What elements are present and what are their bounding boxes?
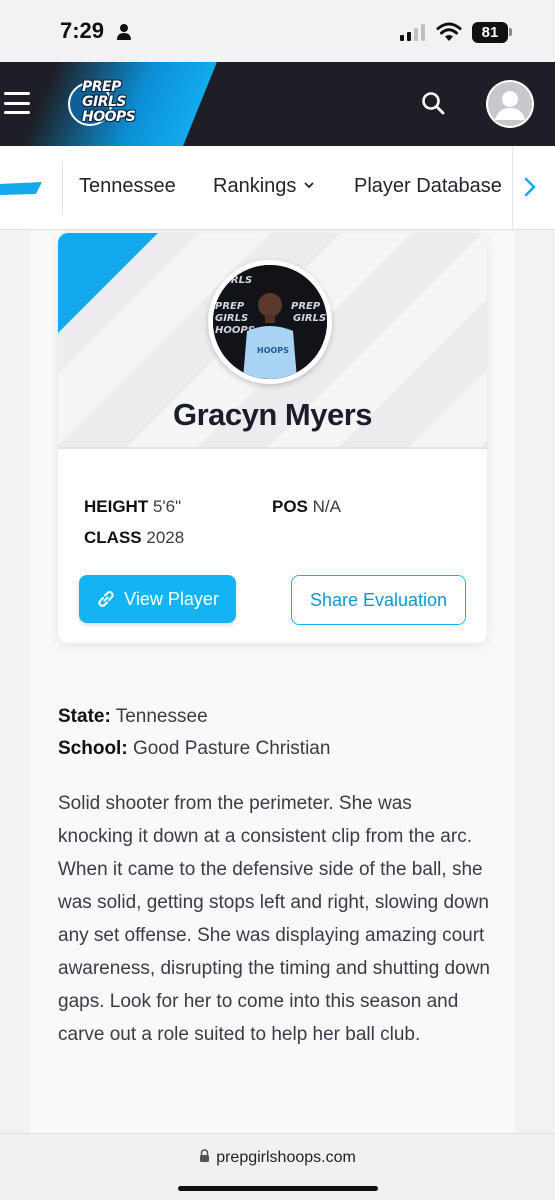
card-accent-triangle [58, 233, 158, 333]
nav-item-label: Rankings [213, 175, 297, 197]
user-avatar[interactable] [486, 80, 534, 128]
state-line: State: Tennessee [58, 706, 208, 727]
nav-item-rankings[interactable]: Rankings [213, 175, 315, 198]
stat-position: POS N/A [272, 497, 341, 516]
battery-nub [509, 28, 512, 36]
link-icon [98, 591, 114, 607]
share-evaluation-button[interactable]: Share Evaluation [291, 575, 466, 625]
player-meta: State: Tennessee School: Good Pasture Ch… [58, 701, 330, 765]
stat-height: HEIGHT 5'6" [84, 497, 182, 516]
player-photo-image: GIRLS PREP GIRLS HOOPS PREP GIRLS HOOPS [213, 265, 327, 379]
search-icon[interactable] [420, 90, 448, 118]
player-card-header: GIRLS PREP GIRLS HOOPS PREP GIRLS HOOPS … [58, 233, 487, 449]
nav-scroll-divider [512, 146, 513, 230]
status-time: 7:29 [60, 18, 105, 43]
evaluation-text: Solid shooter from the perimeter. She wa… [58, 793, 490, 1045]
status-bar: 7:29 81 [0, 0, 555, 62]
browser-url-bar[interactable]: prepgirlshoops.com [0, 1133, 555, 1200]
site-header: PREP GIRLS HOOPS [0, 62, 555, 146]
svg-text:GIRLS: GIRLS [293, 313, 326, 324]
svg-text:GIRLS: GIRLS [219, 275, 252, 286]
nav-item-player-database[interactable]: Player Database [354, 175, 502, 198]
svg-text:PREP: PREP [215, 301, 245, 312]
view-player-button[interactable]: View Player [79, 575, 236, 623]
lock-icon [200, 1149, 210, 1162]
chevron-right-icon[interactable] [522, 176, 538, 198]
svg-text:GIRLS: GIRLS [215, 313, 248, 324]
nav-divider [62, 162, 63, 214]
player-photo: GIRLS PREP GIRLS HOOPS PREP GIRLS HOOPS [208, 260, 332, 384]
home-indicator[interactable] [178, 1186, 378, 1191]
cell-signal-icon [400, 24, 425, 41]
wifi-icon [436, 22, 462, 41]
nav-item-tennessee[interactable]: Tennessee [79, 175, 176, 198]
player-card: GIRLS PREP GIRLS HOOPS PREP GIRLS HOOPS … [58, 233, 487, 643]
url-display[interactable]: prepgirlshoops.com [0, 1149, 555, 1167]
svg-text:PREP: PREP [291, 301, 321, 312]
svg-text:HOOPS: HOOPS [257, 346, 289, 355]
player-name: Gracyn Myers [172, 397, 373, 432]
person-icon [117, 24, 131, 40]
menu-icon[interactable] [4, 92, 30, 114]
user-icon [488, 82, 532, 126]
tennessee-state-icon[interactable] [0, 182, 44, 196]
main-nav: Tennessee Rankings Player Database [0, 146, 555, 230]
site-logo[interactable]: PREP GIRLS HOOPS [68, 76, 150, 132]
content-column: GIRLS PREP GIRLS HOOPS PREP GIRLS HOOPS … [30, 231, 515, 1151]
view-player-label: View Player [124, 588, 219, 609]
school-line: School: Good Pasture Christian [58, 738, 331, 759]
url-text: prepgirlshoops.com [216, 1149, 356, 1166]
battery-indicator: 81 [472, 22, 508, 43]
stat-class: CLASS 2028 [84, 528, 185, 547]
chevron-down-icon [304, 182, 315, 189]
